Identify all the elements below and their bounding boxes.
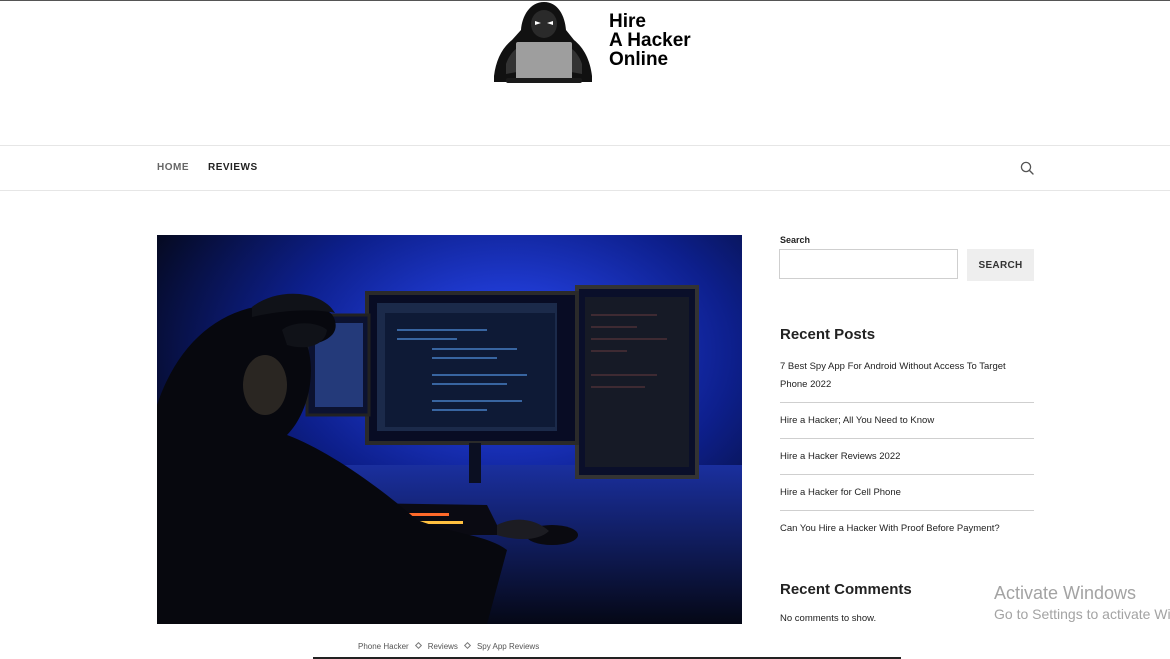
logo-line-3: Online <box>609 49 669 70</box>
hacker-at-computer-illustration <box>157 235 742 624</box>
search-icon[interactable] <box>1019 160 1035 176</box>
watermark-line-1: Activate Windows <box>994 583 1137 603</box>
no-comments-text: No comments to show. <box>780 613 877 624</box>
logo-line-2: A Hacker <box>609 30 691 51</box>
nav-item-home[interactable]: HOME <box>157 162 189 173</box>
logo-wordmark: Hire A Hacker Online <box>609 12 691 69</box>
separator-diamond-icon <box>463 641 471 650</box>
main-navigation: HOME REVIEWS <box>0 145 1170 191</box>
category-link-reviews[interactable]: Reviews <box>428 642 458 651</box>
nav-item-reviews[interactable]: REVIEWS <box>208 162 258 173</box>
recent-post-link[interactable]: Hire a Hacker for Cell Phone <box>780 484 1034 511</box>
recent-post-link[interactable]: 7 Best Spy App For Android Without Acces… <box>780 358 1034 403</box>
featured-image[interactable] <box>157 235 742 624</box>
search-input[interactable] <box>779 249 958 279</box>
recent-posts-list: 7 Best Spy App For Android Without Acces… <box>780 358 1034 555</box>
recent-post-link[interactable]: Hire a Hacker; All You Need to Know <box>780 412 1034 439</box>
category-link-phone-hacker[interactable]: Phone Hacker <box>358 642 409 651</box>
recent-post-link[interactable]: Hire a Hacker Reviews 2022 <box>780 448 1034 475</box>
recent-post-link[interactable]: Can You Hire a Hacker With Proof Before … <box>780 520 1034 546</box>
recent-comments-title: Recent Comments <box>780 581 912 598</box>
logo-line-1: Hire <box>609 11 646 32</box>
site-logo[interactable]: Hire A Hacker Online <box>492 0 712 86</box>
post-categories: Phone Hacker Reviews Spy App Reviews <box>358 641 539 651</box>
watermark-line-2: Go to Settings to activate Windows. <box>994 606 1170 622</box>
hooded-hacker-logo-icon <box>494 2 592 83</box>
separator-diamond-icon <box>414 641 422 650</box>
recent-posts-title: Recent Posts <box>780 326 876 343</box>
activate-windows-watermark: Activate Windows Go to Settings to activ… <box>994 582 1170 624</box>
category-link-spy-app-reviews[interactable]: Spy App Reviews <box>477 642 539 651</box>
search-button[interactable]: SEARCH <box>967 249 1034 281</box>
search-label: Search <box>780 235 811 245</box>
